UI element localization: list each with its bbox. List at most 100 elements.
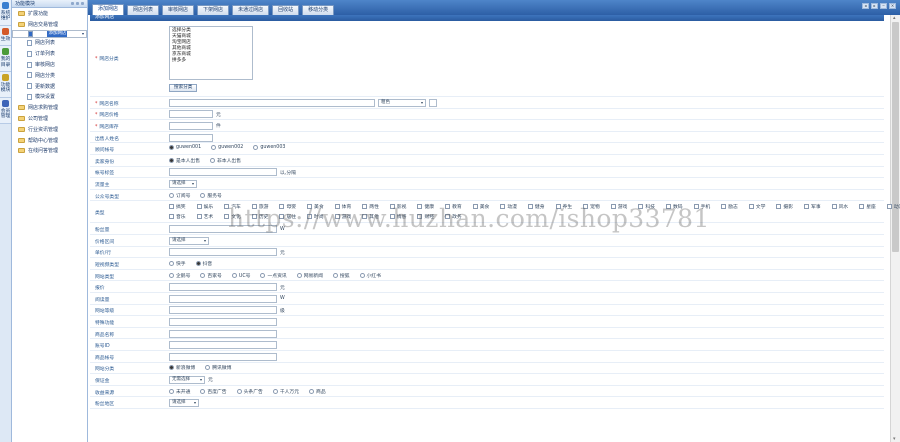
tree-node[interactable]: 公司管理 bbox=[12, 113, 87, 124]
unit-price-input[interactable] bbox=[169, 248, 277, 257]
site-type-radio[interactable] bbox=[296, 272, 302, 278]
short-video-type-option[interactable]: 抖音 bbox=[195, 260, 212, 267]
income-source-option[interactable]: 千人万元 bbox=[272, 388, 299, 395]
window-button[interactable]: ‒ bbox=[880, 3, 887, 9]
close-icon[interactable] bbox=[81, 2, 84, 5]
tab-1[interactable]: 网店列表 bbox=[127, 5, 160, 15]
tree-node[interactable]: 网店交易管理 bbox=[12, 19, 87, 30]
consultant-radio[interactable] bbox=[211, 145, 217, 151]
industry-option[interactable]: 摄影 bbox=[776, 203, 793, 210]
tree-header-controls[interactable] bbox=[71, 2, 87, 5]
industry-checkbox[interactable] bbox=[804, 204, 810, 210]
public-account-type-radio[interactable] bbox=[169, 192, 174, 198]
industry-option[interactable]: 娱乐 bbox=[196, 203, 213, 210]
short-video-type-option[interactable]: 快手 bbox=[169, 260, 186, 267]
tab-6[interactable]: 移动分类 bbox=[302, 5, 335, 15]
vertical-scrollbar[interactable]: ▴ ▾ bbox=[890, 15, 900, 442]
color-picker[interactable] bbox=[429, 98, 437, 107]
tree-node[interactable]: 审核网店 bbox=[12, 59, 87, 70]
title-color-select[interactable]: 粗色 bbox=[378, 98, 426, 107]
tree-node[interactable]: 帮助中心管理 bbox=[12, 135, 87, 146]
tree-node[interactable]: 行业资讯管理 bbox=[12, 124, 87, 135]
window-button[interactable]: × bbox=[889, 3, 896, 9]
site-category-option[interactable]: 腾讯微博 bbox=[205, 364, 231, 371]
tree-node[interactable]: 添加网店 bbox=[12, 29, 87, 38]
vtab-item[interactable]: 我的目录 bbox=[0, 46, 11, 73]
industry-checkbox[interactable] bbox=[831, 204, 837, 210]
reads-input[interactable] bbox=[169, 294, 277, 303]
collapse-icon[interactable] bbox=[71, 2, 74, 5]
industry-checkbox[interactable] bbox=[721, 204, 727, 210]
income-source-option[interactable]: 商品 bbox=[309, 388, 326, 395]
industry-option[interactable]: 音乐 bbox=[169, 213, 186, 220]
tab-3[interactable]: 下架网店 bbox=[197, 5, 230, 15]
window-button[interactable]: ◂ bbox=[862, 3, 869, 9]
seller-identity-radio[interactable] bbox=[210, 157, 215, 163]
site-type-radio[interactable] bbox=[359, 272, 365, 278]
consultant-option[interactable]: guwen001 bbox=[169, 145, 201, 151]
fans-region-select[interactable]: 请选择 bbox=[169, 399, 199, 408]
shop-price-input[interactable] bbox=[169, 110, 213, 119]
income-source-radio[interactable] bbox=[200, 388, 206, 394]
income-source-option[interactable]: 未开通 bbox=[169, 388, 190, 395]
consultant-option[interactable]: guwen003 bbox=[253, 145, 285, 151]
industry-option[interactable]: 军事 bbox=[804, 203, 821, 210]
seller-name-input[interactable] bbox=[169, 133, 213, 142]
site-category-radio[interactable] bbox=[205, 365, 211, 371]
industry-checkbox[interactable] bbox=[169, 214, 174, 220]
income-source-radio[interactable] bbox=[169, 388, 174, 394]
category-listbox[interactable]: 选择分类 天猫商城 淘宝网店 其他商城 京东商城 拼多多 bbox=[169, 26, 253, 80]
industry-checkbox[interactable] bbox=[748, 204, 754, 210]
site-type-radio[interactable] bbox=[169, 272, 174, 278]
income-source-radio[interactable] bbox=[272, 388, 278, 394]
site-type-option[interactable]: 搜狐 bbox=[332, 272, 350, 279]
site-type-option[interactable]: UC号 bbox=[231, 272, 250, 279]
consultant-radio[interactable] bbox=[253, 145, 259, 151]
short-video-type-radio[interactable] bbox=[169, 260, 174, 266]
product-account-input[interactable] bbox=[169, 352, 277, 361]
product-name-input[interactable] bbox=[169, 329, 277, 338]
tab-4[interactable]: 未通过网店 bbox=[232, 5, 270, 15]
deposit-select[interactable]: 无需选择 bbox=[169, 375, 205, 384]
vtab-item[interactable]: 会员管理 bbox=[0, 97, 11, 124]
income-source-radio[interactable] bbox=[309, 388, 315, 394]
tab-5[interactable]: 回收站 bbox=[272, 5, 300, 15]
shop-name-input[interactable] bbox=[169, 98, 375, 107]
tree-node[interactable]: 网店列表 bbox=[12, 38, 87, 49]
consultant-option[interactable]: guwen002 bbox=[211, 145, 243, 151]
account-id-input[interactable] bbox=[169, 341, 277, 350]
industry-option[interactable]: 艺术 bbox=[196, 213, 213, 220]
tree-node[interactable]: 模块设置 bbox=[12, 92, 87, 103]
site-type-option[interactable]: 小红书 bbox=[359, 272, 381, 279]
special-feature-input[interactable] bbox=[169, 317, 277, 326]
site-category-radio[interactable] bbox=[169, 365, 174, 371]
site-type-radio[interactable] bbox=[260, 272, 266, 278]
tree-node[interactable]: 网店求购管理 bbox=[12, 102, 87, 113]
tab-0[interactable]: 添加网店 bbox=[92, 4, 125, 15]
tree-node[interactable]: 扩展功能 bbox=[12, 8, 87, 19]
industry-checkbox[interactable] bbox=[859, 204, 865, 210]
seller-identity-option[interactable]: 非本人出售 bbox=[210, 157, 241, 164]
tree-node[interactable]: 订单列表 bbox=[12, 48, 87, 59]
industry-checkbox[interactable] bbox=[886, 204, 892, 210]
tree-node[interactable]: 更新数据 bbox=[12, 81, 87, 92]
public-account-type-radio[interactable] bbox=[200, 192, 206, 198]
category-option[interactable]: 拼多多 bbox=[172, 58, 250, 64]
industry-option[interactable]: 励志 bbox=[721, 203, 738, 210]
site-type-option[interactable]: 网易新闻 bbox=[296, 272, 323, 279]
site-type-option[interactable]: 百家号 bbox=[200, 272, 222, 279]
account-tags-input[interactable] bbox=[169, 168, 277, 177]
industry-option[interactable]: 搞笑 bbox=[169, 203, 186, 210]
vtab-item[interactable]: 功能模块 bbox=[0, 72, 11, 98]
industry-checkbox[interactable] bbox=[196, 204, 202, 210]
vtab-item[interactable]: 系统维护 bbox=[0, 0, 11, 26]
site-level-input[interactable] bbox=[169, 306, 277, 315]
search-category-button[interactable]: 搜索分类 bbox=[169, 84, 198, 92]
shop-stock-input[interactable] bbox=[169, 121, 213, 130]
consultant-radio[interactable] bbox=[169, 145, 174, 151]
tree-node[interactable]: 在线问答管理 bbox=[12, 146, 87, 157]
industry-option[interactable]: 星座 bbox=[859, 203, 876, 210]
short-video-type-radio[interactable] bbox=[195, 260, 201, 266]
industry-option[interactable]: 文学 bbox=[748, 203, 765, 210]
tab-2[interactable]: 审核网店 bbox=[162, 5, 195, 15]
